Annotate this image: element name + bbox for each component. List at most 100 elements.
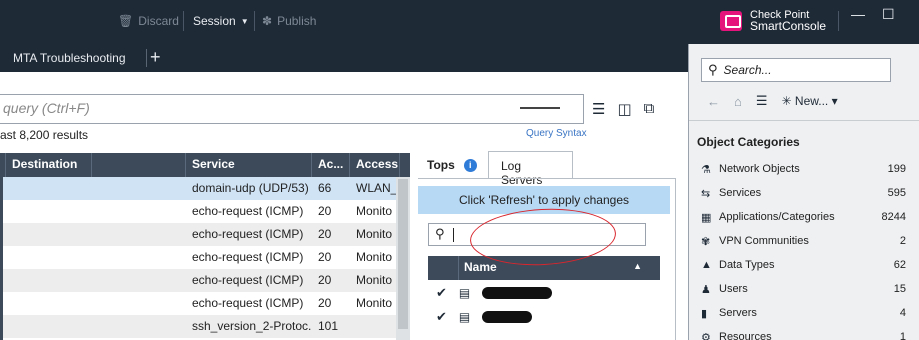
service-cell: echo-request (ICMP) — [192, 273, 304, 287]
logs-view: query (Ctrl+F) ☰ ◫ ⧉ ast 8,200 results Q… — [0, 72, 688, 340]
top-toolbar: 🗑 Discard Session ▼ ✽ Publish Check Poin… — [0, 0, 919, 44]
action-cell: 20 — [318, 250, 332, 264]
category-count: 4 — [899, 307, 906, 319]
info-icon[interactable]: i — [463, 158, 477, 172]
search-icon: ⚲ — [708, 62, 718, 77]
smartconsole-logo-icon — [720, 11, 742, 31]
publish-button[interactable]: ✽ Publish — [262, 14, 316, 28]
home-icon[interactable]: ⌂ — [734, 94, 742, 109]
session-label: Session — [193, 14, 236, 28]
query-syntax-link[interactable]: Query Syntax — [526, 128, 587, 139]
object-categories-title: Object Categories — [697, 135, 800, 149]
table-scrollbar[interactable] — [396, 177, 410, 340]
publish-label: Publish — [277, 14, 317, 28]
category-count: 2 — [899, 235, 906, 247]
tab-divider — [146, 49, 147, 67]
query-input[interactable]: query (Ctrl+F) — [0, 94, 584, 124]
column-destination[interactable]: Destination — [6, 153, 92, 177]
add-tab-icon[interactable]: + — [150, 47, 161, 68]
maximize-icon[interactable]: ☐ — [882, 6, 895, 23]
action-cell: 20 — [318, 204, 332, 218]
table-row[interactable]: echo-request (ICMP) 20 Monito — [0, 223, 410, 246]
column-service[interactable]: Service — [186, 153, 312, 177]
category-count: 8244 — [881, 211, 906, 223]
category-label: Network Objects — [719, 163, 800, 175]
table-row[interactable]: echo-request (ICMP) 20 Monito — [0, 269, 410, 292]
action-cell: 20 — [318, 296, 332, 310]
toolbar-divider — [838, 11, 839, 31]
applications-icon: ▦ — [701, 211, 712, 224]
stats-panel-tabs: Tops i — [418, 150, 477, 180]
check-icon[interactable]: ✔ — [436, 285, 447, 301]
column-action[interactable]: Ac... — [312, 153, 350, 177]
discard-button[interactable]: 🗑 Discard — [118, 14, 179, 28]
new-label: New... — [794, 94, 829, 108]
column-access[interactable]: Access — [350, 153, 400, 177]
table-row[interactable]: echo-request (ICMP) 20 Monito — [0, 200, 410, 223]
object-search-input[interactable]: ⚲ Search... — [701, 58, 891, 82]
row-indicator-strip — [0, 177, 3, 340]
vpn-icon: ✾ — [701, 235, 711, 248]
list-view-icon[interactable]: ☰ — [756, 93, 768, 109]
table-row[interactable]: domain-udp (UDP/53) 66 WLAN_V — [0, 177, 410, 200]
check-icon[interactable]: ✔ — [436, 309, 447, 325]
action-cell: 20 — [318, 227, 332, 241]
name-header-label: Name — [464, 260, 497, 274]
table-row[interactable]: ssh_version_2-Protoc... 101 — [0, 315, 410, 338]
trash-icon: 🗑 — [118, 14, 134, 28]
access-cell: Monito — [356, 296, 393, 310]
scrollbar-thumb[interactable] — [398, 179, 408, 329]
tab-log-servers[interactable]: Log Servers — [488, 151, 573, 187]
category-data-types[interactable]: ▲ Data Types 62 — [701, 253, 906, 277]
access-cell: WLAN_V — [356, 181, 400, 195]
category-label: Users — [719, 283, 748, 295]
category-resources[interactable]: ⚙ Resources 1 — [701, 325, 906, 340]
action-cell: 66 — [318, 181, 332, 195]
column-spacer — [92, 153, 186, 177]
tab-tops[interactable]: Tops — [427, 158, 455, 172]
log-server-row[interactable]: ✔ ▤ — [436, 282, 553, 304]
action-cell: 20 — [318, 273, 332, 287]
log-server-row[interactable]: ✔ ▤ — [436, 306, 533, 328]
brand-text: Check Point SmartConsole — [750, 10, 826, 33]
menu-icon[interactable]: ☰ — [592, 100, 605, 118]
category-label: VPN Communities — [719, 235, 809, 247]
sort-up-icon[interactable]: ▲ — [633, 261, 642, 271]
category-label: Applications/Categories — [719, 211, 835, 223]
service-cell: echo-request (ICMP) — [192, 204, 304, 218]
minimize-icon[interactable]: — — [851, 6, 865, 22]
toolbar-divider — [254, 11, 255, 31]
back-arrow-icon[interactable]: ← — [707, 94, 720, 109]
category-label: Resources — [719, 331, 772, 340]
category-applications[interactable]: ▦ Applications/Categories 8244 — [701, 205, 906, 229]
category-services[interactable]: ⇆ Services 595 — [701, 181, 906, 205]
search-placeholder: Search... — [723, 63, 772, 77]
action-cell: 101 — [318, 319, 339, 333]
table-row[interactable]: echo-request (ICMP) 20 Monito — [0, 292, 410, 315]
server-icon: ▤ — [458, 286, 471, 300]
category-count: 62 — [893, 259, 906, 271]
tab-mta-troubleshooting[interactable]: MTA Troubleshooting — [0, 44, 139, 72]
category-count: 1 — [899, 331, 906, 340]
query-placeholder: query (Ctrl+F) — [3, 100, 90, 116]
text-cursor — [452, 227, 454, 242]
table-row[interactable]: echo-request (ICMP) 20 Monito — [0, 246, 410, 269]
sidebar-toolbar: ← ⌂ ☰ ✳ New... ▾ — [707, 93, 838, 109]
header-divider — [458, 256, 459, 280]
category-count: 199 — [887, 163, 906, 175]
panel-toggle-icon[interactable]: ◫ — [617, 100, 631, 118]
session-menu-button[interactable]: Session ▼ — [193, 14, 249, 28]
service-cell: domain-udp (UDP/53) — [192, 181, 309, 195]
category-servers[interactable]: ▮ Servers 4 — [701, 301, 906, 325]
users-icon: ♟ — [701, 283, 711, 296]
tab-bar: MTA Troubleshooting + — [0, 44, 688, 72]
new-object-button[interactable]: ✳ New... ▾ — [782, 94, 838, 108]
query-toolbar: ☰ ◫ ⧉ — [592, 100, 654, 118]
brand-logo-area: Check Point SmartConsole — [720, 10, 826, 32]
access-cell — [350, 315, 400, 338]
category-users[interactable]: ♟ Users 15 — [701, 277, 906, 301]
category-vpn-communities[interactable]: ✾ VPN Communities 2 — [701, 229, 906, 253]
category-network-objects[interactable]: ⚗ Network Objects 199 — [701, 157, 906, 181]
detach-icon[interactable]: ⧉ — [644, 100, 655, 118]
rss-icon: ✽ — [262, 14, 273, 28]
